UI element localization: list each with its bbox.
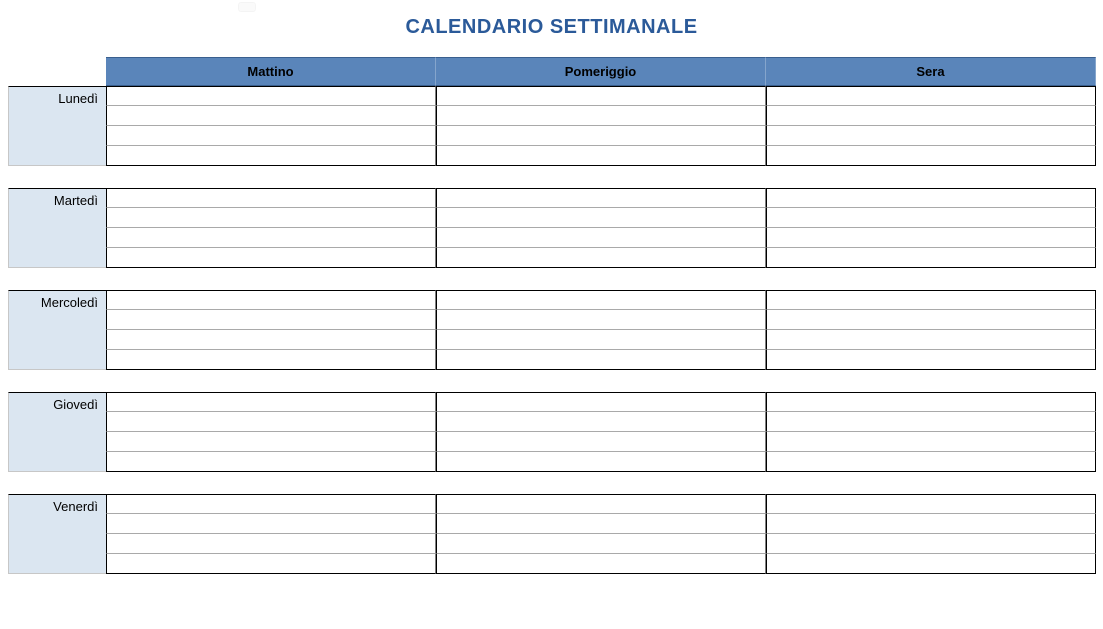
calendar-cell[interactable]: [436, 208, 766, 228]
unknown-ui-element: [238, 2, 256, 12]
calendar-cell[interactable]: [436, 392, 766, 412]
calendar-cell[interactable]: [766, 228, 1096, 248]
page-title: CALENDARIO SETTIMANALE: [8, 16, 1095, 39]
calendar-cell[interactable]: [436, 412, 766, 432]
calendar-cell[interactable]: [106, 248, 436, 268]
calendar-cell[interactable]: [106, 412, 436, 432]
calendar-cell[interactable]: [106, 188, 436, 208]
calendar-cell[interactable]: [436, 452, 766, 472]
calendar-cell[interactable]: [106, 208, 436, 228]
calendar-cell[interactable]: [766, 106, 1096, 126]
day-label: Mercoledì: [8, 290, 106, 370]
calendar-cell[interactable]: [436, 290, 766, 310]
block-gap: [8, 574, 1096, 596]
calendar-cell[interactable]: [436, 86, 766, 106]
calendar-cell[interactable]: [106, 534, 436, 554]
calendar-cell[interactable]: [436, 494, 766, 514]
calendar-cell[interactable]: [436, 432, 766, 452]
calendar-cell[interactable]: [106, 86, 436, 106]
calendar-cell[interactable]: [106, 290, 436, 310]
calendar-cell[interactable]: [766, 432, 1096, 452]
calendar-cell[interactable]: [436, 188, 766, 208]
calendar-cell[interactable]: [766, 290, 1096, 310]
calendar-cell[interactable]: [766, 146, 1096, 166]
calendar-cell[interactable]: [436, 514, 766, 534]
day-label: Martedì: [8, 188, 106, 268]
calendar-cell[interactable]: [436, 126, 766, 146]
calendar-cell[interactable]: [106, 126, 436, 146]
calendar-cell[interactable]: [766, 514, 1096, 534]
calendar-cell[interactable]: [766, 412, 1096, 432]
calendar-cell[interactable]: [436, 146, 766, 166]
calendar-cell[interactable]: [106, 146, 436, 166]
calendar-cell[interactable]: [766, 494, 1096, 514]
calendar-cell[interactable]: [766, 350, 1096, 370]
block-gap: [8, 472, 1096, 494]
calendar-cell[interactable]: [766, 330, 1096, 350]
weekly-calendar-grid: Mattino Pomeriggio Sera Lunedì Martedì Mer…: [8, 57, 1095, 596]
calendar-cell[interactable]: [766, 452, 1096, 472]
calendar-cell[interactable]: [106, 494, 436, 514]
calendar-cell[interactable]: [436, 310, 766, 330]
day-label: Lunedì: [8, 86, 106, 166]
calendar-cell[interactable]: [106, 452, 436, 472]
calendar-cell[interactable]: [766, 248, 1096, 268]
column-header-mattino: Mattino: [106, 57, 436, 86]
calendar-cell[interactable]: [766, 392, 1096, 412]
day-label: Venerdì: [8, 494, 106, 574]
calendar-cell[interactable]: [436, 248, 766, 268]
calendar-cell[interactable]: [766, 534, 1096, 554]
calendar-cell[interactable]: [766, 188, 1096, 208]
calendar-cell[interactable]: [766, 554, 1096, 574]
day-label: Giovedì: [8, 392, 106, 472]
calendar-cell[interactable]: [106, 310, 436, 330]
calendar-cell[interactable]: [106, 392, 436, 412]
calendar-cell[interactable]: [766, 310, 1096, 330]
calendar-cell[interactable]: [436, 106, 766, 126]
calendar-cell[interactable]: [436, 228, 766, 248]
header-spacer: [8, 57, 106, 86]
calendar-cell[interactable]: [106, 514, 436, 534]
column-header-sera: Sera: [766, 57, 1096, 86]
calendar-cell[interactable]: [766, 208, 1096, 228]
calendar-cell[interactable]: [106, 554, 436, 574]
calendar-cell[interactable]: [436, 534, 766, 554]
calendar-cell[interactable]: [436, 330, 766, 350]
calendar-cell[interactable]: [766, 86, 1096, 106]
calendar-cell[interactable]: [106, 432, 436, 452]
calendar-cell[interactable]: [106, 228, 436, 248]
block-gap: [8, 370, 1096, 392]
column-header-pomeriggio: Pomeriggio: [436, 57, 766, 86]
block-gap: [8, 166, 1096, 188]
calendar-cell[interactable]: [766, 126, 1096, 146]
calendar-cell[interactable]: [106, 106, 436, 126]
calendar-cell[interactable]: [106, 330, 436, 350]
calendar-cell[interactable]: [436, 554, 766, 574]
calendar-cell[interactable]: [106, 350, 436, 370]
calendar-cell[interactable]: [436, 350, 766, 370]
block-gap: [8, 268, 1096, 290]
